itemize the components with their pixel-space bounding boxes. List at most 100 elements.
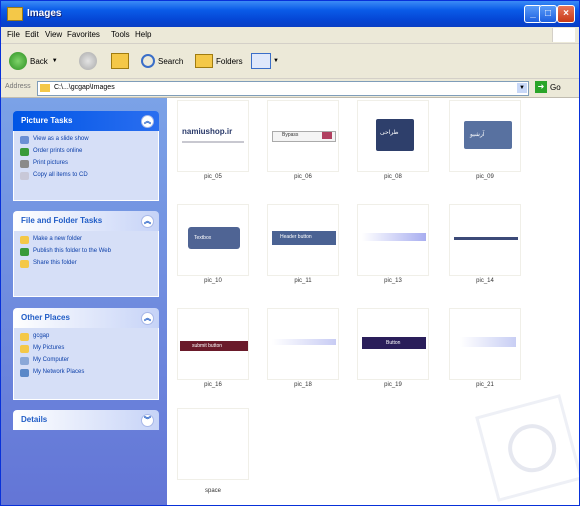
address-bar: Address C:\...\gcgap\Images ▼ ➜ Go <box>1 79 579 98</box>
chevron-down-icon: ▼ <box>273 58 279 64</box>
task-publish-web[interactable]: Publish this folder to the Web <box>20 248 152 256</box>
task-share-folder[interactable]: Share this folder <box>20 260 152 268</box>
file-thumb-pic10[interactable]: Textbox <box>177 204 249 276</box>
file-folder-tasks-header[interactable]: File and Folder Tasks ︽ <box>13 211 159 231</box>
collapse-icon[interactable]: ︽ <box>141 215 154 228</box>
place-gcgap[interactable]: gcgap <box>20 333 152 341</box>
forward-arrow-icon <box>79 52 97 70</box>
back-button[interactable]: Back ▼ <box>9 51 58 71</box>
details-panel: Details ︾ <box>13 410 159 430</box>
file-thumb-pic09[interactable]: آرشیو <box>449 100 521 172</box>
other-places-header[interactable]: Other Places ︽ <box>13 308 159 328</box>
file-label[interactable]: pic_14 <box>444 278 526 284</box>
network-icon <box>20 369 29 377</box>
back-arrow-icon <box>9 52 27 70</box>
share-folder-icon <box>20 260 29 268</box>
file-thumb-pic05[interactable]: namiushop.ir <box>177 100 249 172</box>
address-input[interactable]: C:\...\gcgap\Images ▼ <box>37 81 529 96</box>
cd-icon <box>20 172 29 180</box>
file-label[interactable]: pic_10 <box>172 278 254 284</box>
picture-tasks-header[interactable]: Picture Tasks ︽ <box>13 111 159 131</box>
menu-bar: File Edit View Favorites Tools Help <box>1 27 579 44</box>
explorer-window: Images _ □ × File Edit View Favorites To… <box>0 0 580 506</box>
go-button[interactable]: ➜ Go <box>535 81 561 93</box>
go-arrow-icon: ➜ <box>535 81 547 93</box>
file-label[interactable]: pic_09 <box>444 174 526 180</box>
details-header[interactable]: Details ︾ <box>13 410 159 430</box>
menu-edit[interactable]: Edit <box>25 30 39 39</box>
folder-icon <box>40 84 50 92</box>
menu-favorites[interactable]: Favorites <box>67 30 100 39</box>
place-my-computer[interactable]: My Computer <box>20 357 152 365</box>
file-folder-tasks-panel: File and Folder Tasks ︽ Make a new folde… <box>13 211 159 297</box>
file-label[interactable]: pic_06 <box>262 174 344 180</box>
computer-icon <box>20 357 29 365</box>
file-thumb-pic18[interactable] <box>267 308 339 380</box>
file-label[interactable]: pic_11 <box>262 278 344 284</box>
collapse-icon[interactable]: ︽ <box>141 115 154 128</box>
maximize-button[interactable]: □ <box>539 5 557 23</box>
file-label[interactable]: pic_18 <box>262 382 344 388</box>
file-label[interactable]: pic_08 <box>352 174 434 180</box>
windows-logo-icon <box>552 28 575 42</box>
picture-tasks-panel: Picture Tasks ︽ View as a slide show Ord… <box>13 111 159 201</box>
file-thumb-pic08[interactable]: طراحی <box>357 100 429 172</box>
task-pane: Picture Tasks ︽ View as a slide show Ord… <box>1 98 167 505</box>
menu-file[interactable]: File <box>7 30 20 39</box>
views-icon <box>251 53 271 69</box>
menu-view[interactable]: View <box>45 30 62 39</box>
slideshow-icon <box>20 136 29 144</box>
file-thumb-pic14[interactable] <box>449 204 521 276</box>
folder-icon <box>7 7 23 21</box>
globe-icon <box>20 248 29 256</box>
toolbar: Back ▼ Search Folders ▼ <box>1 44 579 79</box>
file-thumb-pic11[interactable]: Header button <box>267 204 339 276</box>
place-network[interactable]: My Network Places <box>20 369 152 377</box>
folders-icon <box>195 54 213 68</box>
address-path: C:\...\gcgap\Images <box>54 84 115 91</box>
up-folder-icon <box>111 53 129 69</box>
views-button[interactable]: ▼ <box>251 51 279 71</box>
search-icon <box>141 54 155 68</box>
file-label[interactable]: pic_16 <box>172 382 254 388</box>
task-print[interactable]: Print pictures <box>20 160 152 168</box>
search-button[interactable]: Search <box>141 51 183 71</box>
task-new-folder[interactable]: Make a new folder <box>20 236 152 244</box>
menu-help[interactable]: Help <box>135 30 151 39</box>
place-my-pictures[interactable]: My Pictures <box>20 345 152 353</box>
folder-icon <box>20 333 29 341</box>
file-label[interactable]: pic_13 <box>352 278 434 284</box>
file-thumb-space[interactable] <box>177 408 249 480</box>
file-thumb-pic13[interactable] <box>357 204 429 276</box>
expand-icon[interactable]: ︾ <box>141 414 154 427</box>
title-bar[interactable]: Images _ □ × <box>1 1 579 27</box>
close-button[interactable]: × <box>557 5 575 23</box>
window-title: Images <box>27 8 62 19</box>
file-label[interactable]: pic_19 <box>352 382 434 388</box>
other-places-panel: Other Places ︽ gcgap My Pictures My Comp… <box>13 308 159 400</box>
new-folder-icon <box>20 236 29 244</box>
task-order-prints[interactable]: Order prints online <box>20 148 152 156</box>
file-label[interactable]: space <box>172 488 254 494</box>
task-slideshow[interactable]: View as a slide show <box>20 136 152 144</box>
menu-tools[interactable]: Tools <box>111 30 130 39</box>
pictures-folder-icon <box>20 345 29 353</box>
task-copy-cd[interactable]: Copy all items to CD <box>20 172 152 180</box>
file-thumb-pic19[interactable]: Button <box>357 308 429 380</box>
address-dropdown-icon[interactable]: ▼ <box>517 83 527 93</box>
chevron-down-icon[interactable]: ▼ <box>52 58 58 64</box>
printer-icon <box>20 160 29 168</box>
file-thumb-pic06[interactable]: Bypass <box>267 100 339 172</box>
collapse-icon[interactable]: ︽ <box>141 312 154 325</box>
up-folder-button[interactable] <box>111 51 129 71</box>
folders-button[interactable]: Folders <box>195 51 243 71</box>
globe-icon <box>20 148 29 156</box>
address-label: Address <box>5 83 31 90</box>
file-view: namiushop.ir pic_05 Bypass pic_06 طراحی … <box>167 98 579 505</box>
file-thumb-pic21[interactable] <box>449 308 521 380</box>
watermark-icon <box>475 394 579 502</box>
file-label[interactable]: pic_21 <box>444 382 526 388</box>
forward-button[interactable] <box>79 51 97 71</box>
file-thumb-pic16[interactable]: submit button <box>177 308 249 380</box>
file-label[interactable]: pic_05 <box>172 174 254 180</box>
